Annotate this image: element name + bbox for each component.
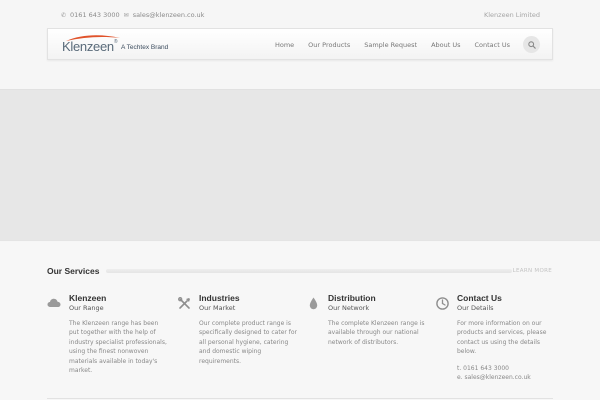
logo-text: Klenzeen® (62, 39, 118, 54)
nav-about-us[interactable]: About Us (431, 41, 460, 49)
service-description: For more information on our products and… (457, 320, 547, 356)
title-divider (106, 269, 512, 273)
bottom-divider (47, 398, 553, 399)
logo-registered-mark: ® (113, 39, 118, 45)
service-description: The Klenzeen range has been put together… (69, 320, 167, 375)
services-title: Our Services (47, 266, 100, 276)
learn-more-link[interactable]: LEARN MORE (513, 268, 552, 274)
nav-home[interactable]: Home (275, 41, 294, 49)
top-bar: ✆ 0161 643 3000 ✉ sales@klenzeen.co.uk K… (0, 0, 600, 30)
service-subtitle: Our Network (328, 304, 370, 312)
logo-wordmark: Klenzeen (62, 39, 114, 54)
main-nav: Home Our Products Sample Request About U… (275, 41, 510, 49)
contact-phone[interactable]: t. 0161 643 3000 (457, 364, 531, 373)
company-name: Klenzeen Limited (483, 11, 540, 19)
drop-icon (306, 296, 320, 310)
cloud-icon (47, 296, 61, 310)
service-subtitle: Our Range (69, 304, 104, 312)
nav-our-products[interactable]: Our Products (308, 41, 350, 49)
tools-icon (177, 296, 191, 310)
service-title[interactable]: Industries (199, 293, 240, 303)
service-title[interactable]: Contact Us (457, 293, 502, 303)
service-subtitle: Our Details (457, 304, 494, 312)
top-contact-info: ✆ 0161 643 3000 ✉ sales@klenzeen.co.uk (61, 11, 204, 19)
phone-icon: ✆ (61, 11, 67, 19)
service-description: Our complete product range is specifical… (199, 320, 298, 365)
search-icon (527, 40, 536, 49)
top-phone[interactable]: 0161 643 3000 (70, 11, 120, 19)
contact-details: t. 0161 643 3000 e. sales@klenzeen.co.uk (457, 364, 531, 383)
contact-email[interactable]: e. sales@klenzeen.co.uk (457, 373, 531, 382)
service-title[interactable]: Distribution (328, 293, 376, 303)
service-subtitle: Our Market (199, 304, 236, 312)
site-header: Klenzeen® A Techtex Brand Home Our Produ… (47, 28, 553, 60)
service-title[interactable]: Klenzeen (69, 293, 106, 303)
logo-tagline: A Techtex Brand (121, 44, 169, 51)
hero-banner (0, 89, 600, 241)
top-email[interactable]: sales@klenzeen.co.uk (133, 11, 205, 19)
service-description: The complete Klenzeen range is available… (328, 320, 425, 346)
envelope-icon: ✉ (123, 11, 129, 19)
klenzeen-logo[interactable]: Klenzeen® A Techtex Brand (62, 35, 172, 55)
nav-contact-us[interactable]: Contact Us (475, 41, 511, 49)
nav-sample-request[interactable]: Sample Request (364, 41, 417, 49)
search-button[interactable] (523, 36, 540, 53)
clock-icon (435, 296, 449, 310)
